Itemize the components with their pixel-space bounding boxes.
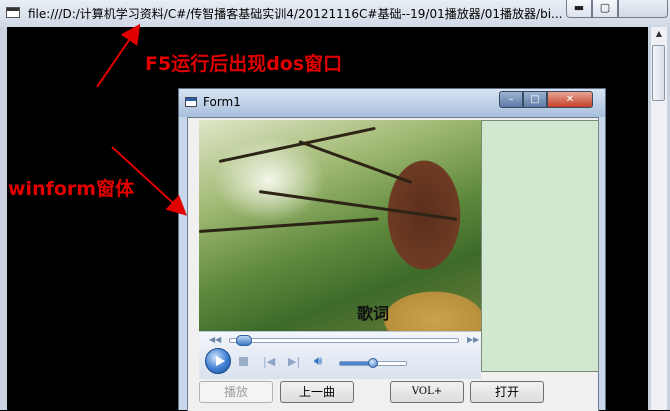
seek-forward-icon: ▶▶ [467,335,480,344]
form1-titlebar[interactable]: Form1 – □ ✕ [179,89,605,117]
next-icon[interactable]: ▶| [288,355,300,368]
branch-shape [199,217,379,233]
seek-thumb[interactable] [236,335,253,346]
video-display-image: 歌词 [199,120,481,331]
branch-shape [298,140,413,184]
branch-shape [258,190,458,221]
console-window-controls: ▬ ▢ [566,0,670,20]
previous-icon[interactable]: |◀ [263,355,275,368]
form1-client-area: 歌词 ◀◀ ▶▶ |◀ ▶| 🔊︎ 播放 上一曲 VOL+ 打开 [187,117,599,411]
scroll-up-icon[interactable]: ▲ [651,29,667,43]
console-title: file:///D:/计算机学习资料/C#/传智播客基础实训4/20121116… [28,7,563,21]
console-frame-left [0,27,7,410]
volume-up-button[interactable]: VOL+ [390,381,464,403]
media-player[interactable]: 歌词 ◀◀ ▶▶ |◀ ▶| 🔊︎ [199,120,481,379]
console-scrollbar[interactable]: ▲ [651,27,667,410]
play-icon[interactable] [205,348,231,374]
form1-window: Form1 – □ ✕ 歌词 ◀◀ ▶▶ |◀ ▶| 🔊︎ 播放 上一曲 VOL… [178,88,606,411]
form1-window-icon [185,97,197,107]
lyrics-label: 歌词 [357,304,390,323]
volume-icon[interactable]: 🔊︎ [314,354,322,369]
console-titlebar: file:///D:/计算机学习资料/C#/传智播客基础实训4/20121116… [0,0,670,28]
console-minimize-button[interactable]: ▬ [566,0,592,18]
dos-window-annotation: F5运行后出现dos窗口 [145,53,343,75]
form1-close-button[interactable]: ✕ [547,91,593,108]
scrollbar-thumb[interactable] [652,45,665,101]
minimize-icon: ▬ [573,1,585,14]
volume-slider[interactable] [339,358,407,368]
player-controls-bar: ◀◀ ▶▶ |◀ ▶| 🔊︎ [199,331,481,379]
console-close-button[interactable] [618,0,668,18]
seek-bar[interactable] [229,335,459,346]
form1-minimize-button[interactable]: – [499,91,523,108]
maximize-icon: ▢ [599,1,611,14]
volume-thumb[interactable] [368,358,378,368]
form1-maximize-button[interactable]: □ [523,91,547,108]
stop-icon[interactable] [239,357,248,366]
console-window-icon [6,7,20,18]
side-panel[interactable] [481,120,599,372]
play-button[interactable]: 播放 [199,381,273,403]
form1-title: Form1 [203,95,241,109]
winform-annotation: winform窗体 [8,178,135,200]
branch-shape [218,126,376,163]
console-maximize-button[interactable]: ▢ [592,0,618,18]
seek-back-icon: ◀◀ [209,335,222,344]
open-file-button[interactable]: 打开 [470,381,544,403]
previous-track-button[interactable]: 上一曲 [280,381,354,403]
